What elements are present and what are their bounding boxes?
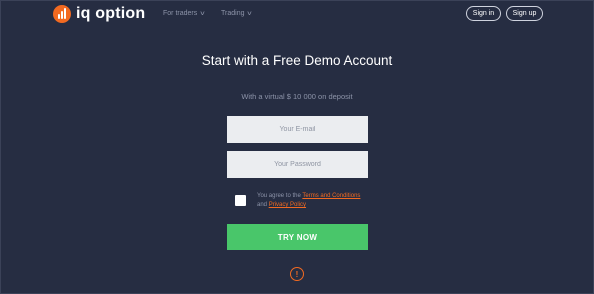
try-now-button[interactable]: TRY NOW bbox=[227, 224, 368, 250]
nav-for-traders[interactable]: For traders v bbox=[163, 10, 205, 17]
chevron-down-icon: v bbox=[247, 10, 253, 17]
nav-trading[interactable]: Trading v bbox=[221, 10, 253, 17]
sign-in-button[interactable]: Sign in bbox=[466, 6, 501, 21]
agree-and: and bbox=[257, 202, 268, 208]
password-field[interactable] bbox=[227, 151, 368, 178]
privacy-link[interactable]: Privacy Policy bbox=[269, 202, 306, 208]
form-subtitle: With a virtual $ 10 000 on deposit bbox=[241, 92, 353, 101]
sign-up-button[interactable]: Sign up bbox=[506, 6, 543, 21]
logo-bars-icon bbox=[53, 5, 71, 23]
terms-link[interactable]: Terms and Conditions bbox=[302, 193, 360, 199]
agree-prefix: You agree to the bbox=[257, 193, 301, 199]
nav-for-traders-label: For traders bbox=[163, 10, 198, 17]
chevron-down-icon: v bbox=[200, 10, 205, 17]
brand-name: iq option bbox=[76, 5, 146, 22]
alert-icon[interactable]: ! bbox=[290, 267, 304, 281]
email-field[interactable] bbox=[227, 116, 368, 143]
iq-option-logo[interactable]: iq option bbox=[53, 5, 145, 23]
agree-text: You agree to the Terms and Conditions an… bbox=[257, 192, 377, 210]
nav-trading-label: Trading bbox=[221, 10, 245, 17]
agree-checkbox[interactable] bbox=[235, 195, 246, 206]
form-title: Start with a Free Demo Account bbox=[201, 53, 393, 68]
